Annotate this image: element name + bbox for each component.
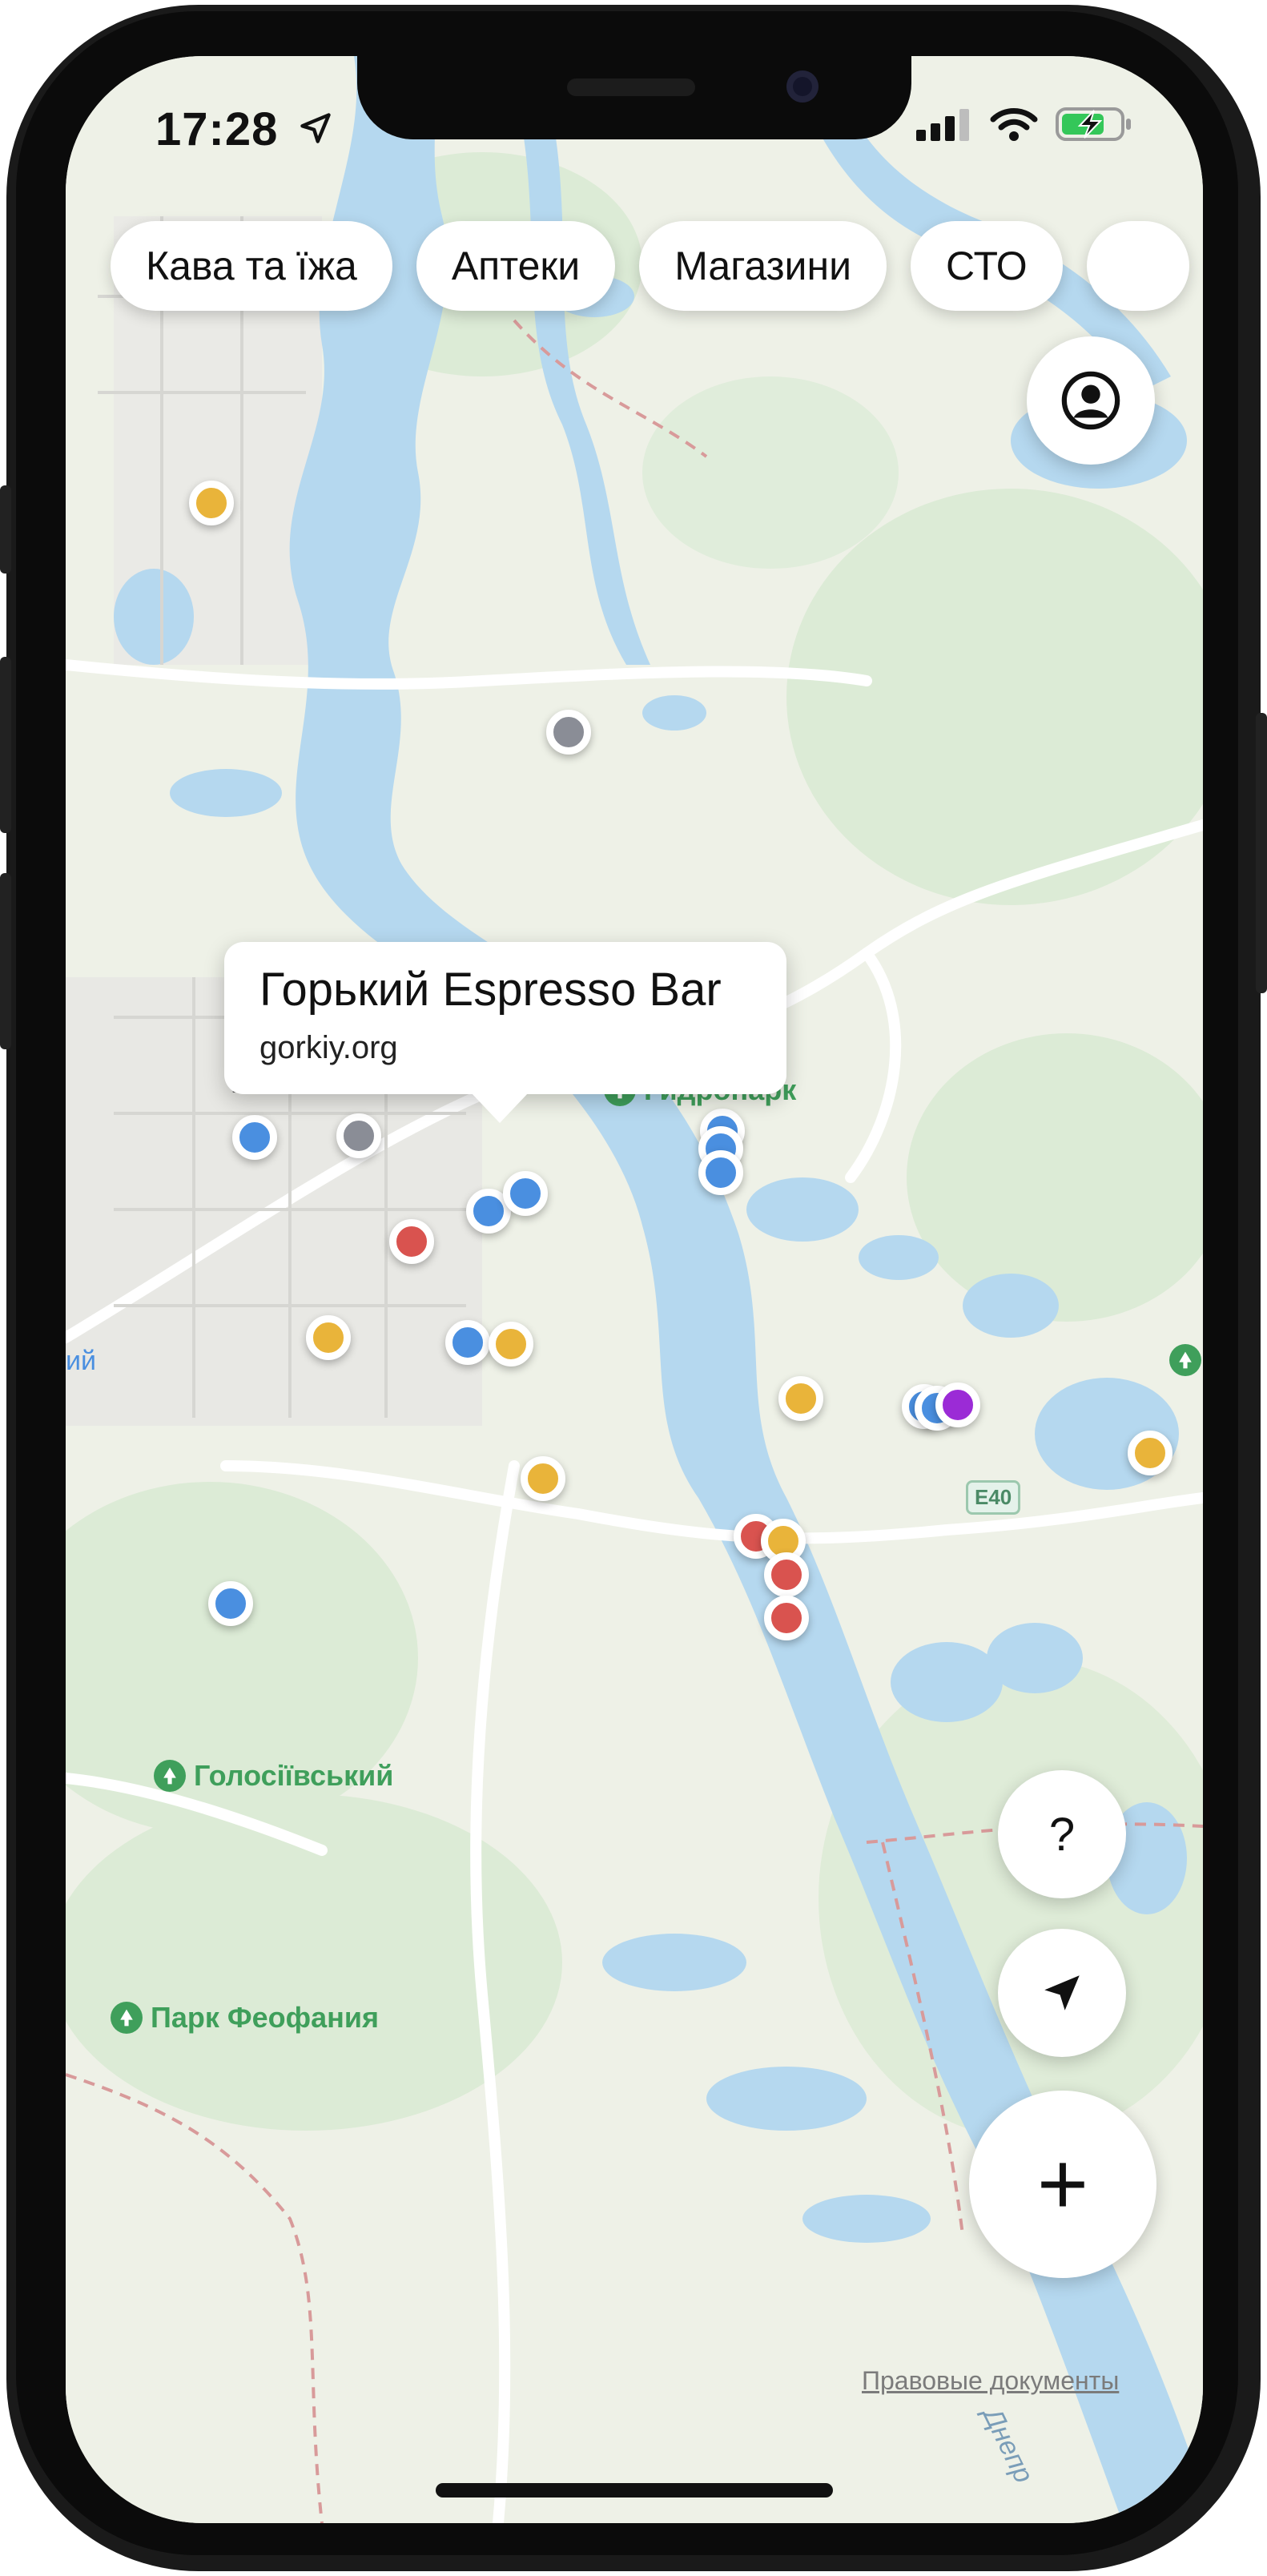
callout-subtitle[interactable]: gorkiy.org	[259, 1030, 398, 1066]
map-pin-yellow[interactable]	[306, 1315, 351, 1360]
map-pin-blue[interactable]	[503, 1171, 548, 1216]
wifi-icon	[990, 108, 1038, 141]
tree-icon	[1169, 1344, 1201, 1376]
notch	[357, 56, 911, 139]
park-label-text: Голосіївський	[194, 1759, 394, 1792]
home-indicator[interactable]	[436, 2483, 833, 2498]
callout-title: Горький Espresso Bar	[259, 964, 722, 1016]
map-pin-gray[interactable]	[546, 710, 591, 755]
map-pin-blue[interactable]	[698, 1150, 743, 1195]
map-pin-blue[interactable]	[232, 1115, 277, 1160]
help-button[interactable]: ?	[998, 1770, 1126, 1898]
user-profile-icon	[1061, 371, 1120, 430]
power-button	[1256, 713, 1267, 993]
chip-coffee-food[interactable]: Кава та їжа	[111, 221, 392, 311]
front-camera	[786, 70, 819, 103]
map-pin-blue[interactable]	[208, 1581, 253, 1626]
map-pin-red[interactable]	[764, 1552, 809, 1597]
earpiece-speaker	[567, 78, 695, 96]
map-pin-red[interactable]	[764, 1596, 809, 1640]
map-pin-purple[interactable]	[935, 1383, 980, 1427]
left-edge-partial-label: ий	[66, 1346, 96, 1376]
place-callout[interactable]: Горький Espresso Bar gorkiy.org	[224, 942, 786, 1123]
map-pin-red[interactable]	[389, 1219, 434, 1264]
chip-shops[interactable]: Магазини	[639, 221, 887, 311]
status-icons	[916, 106, 1132, 143]
screen: 17:28 Кава та їжа Аптеки Магазини СТО Го…	[66, 56, 1203, 2523]
chip-more[interactable]	[1086, 221, 1189, 311]
map-pin-blue[interactable]	[445, 1320, 490, 1365]
cellular-signal-icon	[916, 109, 969, 141]
park-marker-right-edge	[1169, 1344, 1201, 1376]
map-pin-yellow[interactable]	[489, 1322, 533, 1366]
ringer-switch	[0, 485, 11, 574]
location-arrow-icon	[300, 113, 331, 143]
status-time: 17:28	[155, 103, 279, 155]
chip-car-service[interactable]: СТО	[911, 221, 1063, 311]
tree-icon	[154, 1760, 186, 1792]
legal-documents-link[interactable]: Правовые документы	[862, 2366, 1119, 2396]
question-mark-icon: ?	[1048, 1808, 1076, 1861]
add-place-button[interactable]: +	[969, 2091, 1156, 2278]
battery-charging-icon	[1056, 107, 1131, 141]
map-pin-yellow[interactable]	[521, 1456, 565, 1501]
map-pin-gray[interactable]	[336, 1113, 381, 1158]
map-pin-yellow[interactable]	[1128, 1431, 1172, 1475]
plus-icon: +	[1036, 2135, 1089, 2233]
tree-icon	[111, 2002, 143, 2034]
locate-me-button[interactable]	[998, 1929, 1126, 2057]
park-label-holosiivskyi: Голосіївський	[154, 1759, 393, 1793]
chip-pharmacies[interactable]: Аптеки	[416, 221, 616, 311]
volume-up-button	[0, 657, 11, 833]
park-label-text: Парк Феофания	[151, 2001, 380, 2034]
volume-down-button	[0, 873, 11, 1049]
category-chips: Кава та їжа Аптеки Магазини СТО	[111, 221, 1189, 311]
highway-shield: E40	[966, 1480, 1021, 1515]
map-pin-yellow[interactable]	[778, 1376, 823, 1421]
map-pin-yellow[interactable]	[189, 481, 234, 525]
profile-button[interactable]	[1027, 336, 1155, 465]
park-label-feofania: Парк Феофания	[111, 2001, 379, 2035]
location-arrow-icon	[1044, 1975, 1080, 2010]
